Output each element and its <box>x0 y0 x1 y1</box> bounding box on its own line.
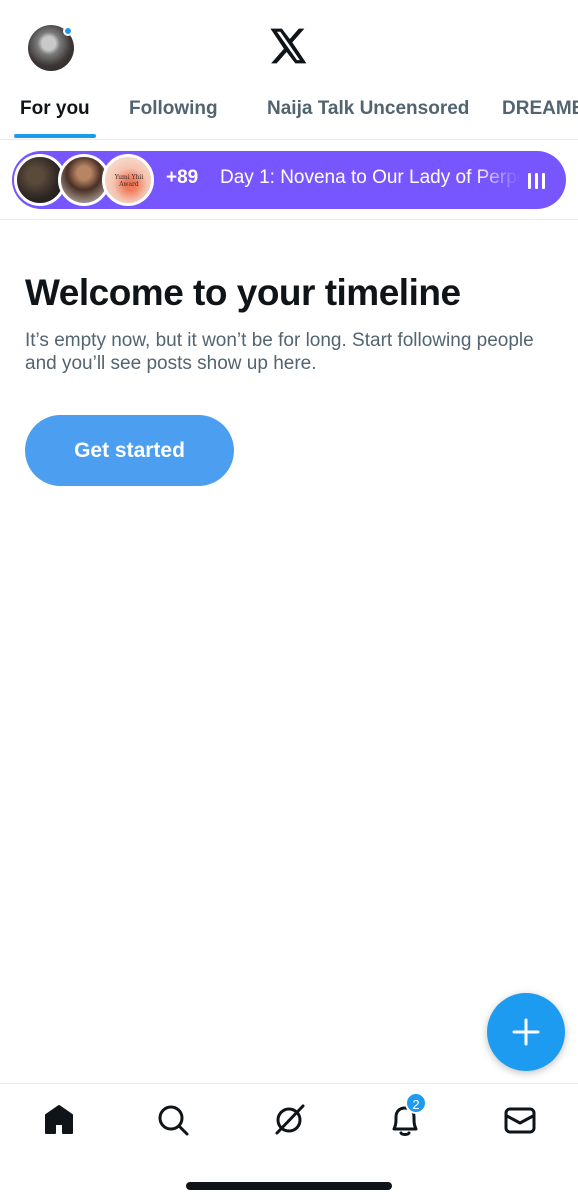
live-space-bar[interactable]: Yumi Yhii Award +89 Day 1: Novena to Our… <box>12 151 566 209</box>
notification-dot <box>63 26 73 36</box>
space-speaker-avatar: Yumi Yhii Award <box>102 154 154 206</box>
home-indicator <box>186 1182 392 1190</box>
space-title: Day 1: Novena to Our Lady of Perpetual H… <box>220 167 520 188</box>
home-icon <box>45 1105 73 1134</box>
notifications-badge: 2 <box>405 1092 427 1114</box>
search-tab[interactable] <box>153 1100 193 1140</box>
welcome-description: It’s empty now, but it won’t be for long… <box>25 330 534 374</box>
messages-tab[interactable] <box>500 1100 540 1140</box>
app: For you Following Naija Talk Uncensored … <box>0 0 578 1200</box>
compose-button[interactable] <box>487 993 565 1071</box>
grok-tab[interactable] <box>269 1100 309 1140</box>
divider <box>0 219 578 220</box>
x-logo-icon[interactable] <box>270 28 308 64</box>
avatar-text: Yumi Yhii Award <box>114 174 144 188</box>
tab-following[interactable]: Following <box>129 90 218 139</box>
get-started-button[interactable]: Get started <box>25 415 234 486</box>
search-icon <box>158 1105 189 1136</box>
notifications-tab[interactable]: 2 <box>385 1092 427 1140</box>
space-listener-count: +89 <box>166 167 199 188</box>
tab-naija-talk-uncensored[interactable]: Naija Talk Uncensored <box>267 90 469 139</box>
top-bar <box>0 0 578 90</box>
home-tab[interactable] <box>39 1100 79 1140</box>
tab-for-you[interactable]: For you <box>20 90 90 139</box>
profile-avatar[interactable] <box>28 25 74 71</box>
timeline-tabs: For you Following Naija Talk Uncensored … <box>0 90 578 140</box>
plus-icon <box>512 1018 540 1046</box>
grok-icon <box>275 1104 305 1135</box>
mail-icon <box>504 1107 536 1134</box>
tab-dreame[interactable]: DREAME <box>502 90 578 139</box>
audio-bars-icon <box>528 171 546 189</box>
welcome-title: Welcome to your timeline <box>25 272 461 313</box>
active-tab-indicator <box>14 134 96 138</box>
